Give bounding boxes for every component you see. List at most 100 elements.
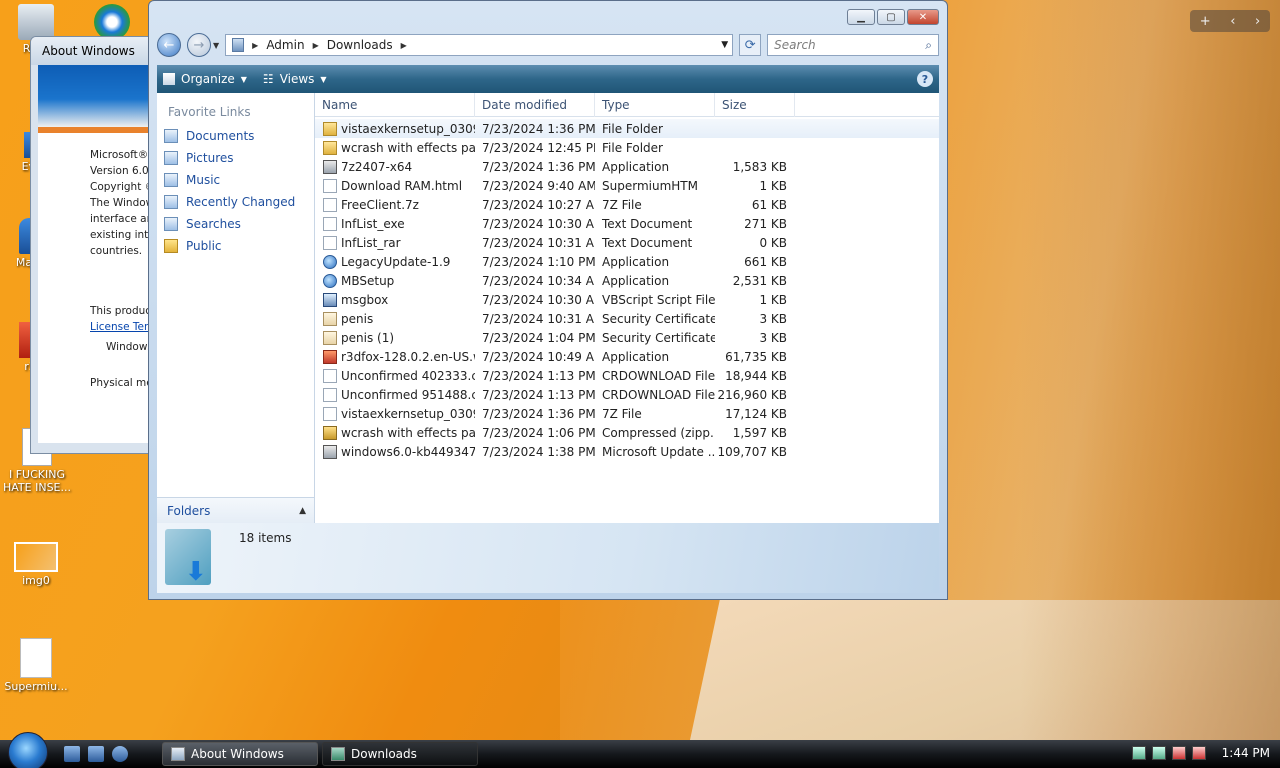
file-row[interactable]: MBSetup 7/23/2024 10:34 AM Application 2,53…: [315, 271, 939, 290]
file-name-cell: LegacyUpdate-1.9: [315, 254, 475, 269]
file-date: 7/23/2024 10:31 AM: [482, 311, 595, 326]
doc-file-icon: [323, 216, 337, 231]
next-icon[interactable]: ›: [1255, 14, 1260, 29]
file-name: MBSetup: [341, 273, 395, 288]
start-button[interactable]: [8, 732, 48, 768]
nav-item-searches[interactable]: Searches: [157, 213, 314, 235]
folders-toggle[interactable]: Folders ▲: [157, 497, 314, 523]
file-name: vistaexkernsetup_0309...: [341, 406, 475, 421]
about-text-line: The Window: [90, 197, 152, 209]
nav-item-recently-changed[interactable]: Recently Changed: [157, 191, 314, 213]
license-terms-link[interactable]: License Term: [90, 319, 152, 335]
file-row[interactable]: Unconfirmed 951488.c... 7/23/2024 1:13 PM…: [315, 385, 939, 404]
internet-explorer-icon[interactable]: [112, 746, 128, 762]
help-button[interactable]: ?: [917, 71, 933, 87]
refresh-button[interactable]: ⟳: [739, 34, 762, 56]
about-text-line: Windows: [106, 341, 152, 353]
breadcrumb-admin[interactable]: Admin: [266, 38, 304, 52]
file-list[interactable]: Name Date modified Type Size vistaexkern…: [315, 93, 939, 523]
file-type: Text Document: [602, 235, 693, 250]
nav-item-label: Searches: [186, 217, 241, 231]
file-size: 661 KB: [744, 254, 787, 269]
file-name: 7z2407-x64: [341, 159, 413, 174]
maximize-button[interactable]: ▢: [877, 9, 905, 25]
security-icon[interactable]: [1151, 746, 1166, 760]
column-type[interactable]: Type: [595, 93, 715, 117]
network-icon[interactable]: [1131, 746, 1146, 760]
details-pane: ⬇ 18 items: [157, 523, 939, 593]
recent-pages-dropdown[interactable]: ▼: [213, 41, 219, 50]
switch-windows-icon[interactable]: [88, 746, 104, 762]
about-text-line: This product: [90, 305, 152, 317]
clock[interactable]: 1:44 PM: [1222, 746, 1270, 760]
sidebar-gadget-controls[interactable]: + ‹ ›: [1190, 10, 1270, 32]
forward-button[interactable]: →: [187, 33, 211, 57]
chevron-right-icon[interactable]: ▶: [313, 41, 319, 50]
file-row[interactable]: InfList_exe 7/23/2024 10:30 AM Text Docume…: [315, 214, 939, 233]
file-type: VBScript Script File: [602, 292, 715, 307]
file-name-cell: Unconfirmed 951488.c...: [315, 387, 475, 402]
file-row[interactable]: FreeClient.7z 7/23/2024 10:27 AM 7Z File 61…: [315, 195, 939, 214]
nav-item-public[interactable]: Public: [157, 235, 314, 257]
taskbar-item-downloads[interactable]: Downloads: [322, 742, 478, 766]
nav-item-documents[interactable]: Documents: [157, 125, 314, 147]
file-type: Compressed (zipp...: [602, 425, 715, 440]
column-name[interactable]: Name: [315, 93, 475, 117]
about-body: Microsoft® Version 6.0 Copyright © The W…: [38, 133, 152, 443]
window-controls: ▁ ▢ ✕: [847, 9, 939, 25]
app-file-icon: [323, 444, 337, 459]
file-type: Microsoft Update ...: [602, 444, 715, 459]
views-button[interactable]: ☷ Views ▼: [263, 72, 327, 86]
file-type: File Folder: [602, 121, 663, 136]
file-row[interactable]: penis (1) 7/23/2024 1:04 PM Security Certi…: [315, 328, 939, 347]
search-icon[interactable]: ⌕: [925, 38, 932, 53]
search-box[interactable]: Search ⌕: [767, 34, 939, 56]
pictures-icon: [164, 151, 178, 165]
column-date-modified[interactable]: Date modified: [475, 93, 595, 117]
chevron-up-icon[interactable]: ▲: [299, 506, 306, 516]
file-row[interactable]: InfList_rar 7/23/2024 10:31 AM Text Docume…: [315, 233, 939, 252]
minimize-button[interactable]: ▁: [847, 9, 875, 25]
address-bar[interactable]: ▶ Admin ▶ Downloads ▶ ▼: [225, 34, 734, 56]
file-name-cell: MBSetup: [315, 273, 475, 288]
file-row[interactable]: msgbox 7/23/2024 10:30 AM VBScript Script …: [315, 290, 939, 309]
explorer-window[interactable]: ▁ ▢ ✕ ← → ▼ ▶ Admin ▶ Downloads ▶ ▼ ⟳ Se…: [148, 0, 948, 600]
about-text-line: Microsoft®: [90, 149, 149, 161]
chevron-right-icon[interactable]: ▶: [401, 41, 407, 50]
recycle-bin-icon: [18, 4, 54, 40]
previous-icon[interactable]: ‹: [1230, 14, 1235, 29]
column-size[interactable]: Size: [715, 93, 795, 117]
desktop-icon-supermium[interactable]: Supermiu...: [4, 638, 68, 693]
file-row[interactable]: windows6.0-kb449347... 7/23/2024 1:38 PM M…: [315, 442, 939, 461]
file-row[interactable]: vistaexkernsetup_0309... 7/23/2024 1:36 P…: [315, 119, 939, 138]
nav-item-pictures[interactable]: Pictures: [157, 147, 314, 169]
file-row[interactable]: Unconfirmed 402333.c... 7/23/2024 1:13 PM…: [315, 366, 939, 385]
folders-label: Folders: [167, 503, 211, 518]
nav-item-music[interactable]: Music: [157, 169, 314, 191]
about-windows-dialog[interactable]: About Windows Microsoft® Version 6.0 Cop…: [30, 36, 160, 454]
sound-icon[interactable]: [1191, 746, 1206, 760]
back-button[interactable]: ←: [157, 33, 181, 57]
file-row[interactable]: penis 7/23/2024 10:31 AM Security Certific…: [315, 309, 939, 328]
show-desktop-icon[interactable]: [64, 746, 80, 762]
file-row[interactable]: r3dfox-128.0.2.en-US.w... 7/23/2024 10:49…: [315, 347, 939, 366]
chevron-right-icon[interactable]: ▶: [252, 41, 258, 50]
file-row[interactable]: 7z2407-x64 7/23/2024 1:36 PM Application 1,…: [315, 157, 939, 176]
file-row[interactable]: vistaexkernsetup_0309... 7/23/2024 1:36 P…: [315, 404, 939, 423]
file-name-cell: wcrash with effects pat...: [315, 140, 475, 155]
file-row[interactable]: wcrash with effects pat... 7/23/2024 1:06…: [315, 423, 939, 442]
computer-icon: [232, 38, 245, 52]
file-name-cell: r3dfox-128.0.2.en-US.w...: [315, 349, 475, 364]
add-gadget-icon[interactable]: +: [1200, 14, 1211, 29]
file-row[interactable]: LegacyUpdate-1.9 7/23/2024 1:10 PM Applica…: [315, 252, 939, 271]
file-row[interactable]: wcrash with effects pat... 7/23/2024 12:4…: [315, 138, 939, 157]
volume-muted-icon[interactable]: [1171, 746, 1186, 760]
file-row[interactable]: Download RAM.html 7/23/2024 9:40 AM Superm…: [315, 176, 939, 195]
address-dropdown-icon[interactable]: ▼: [721, 40, 732, 50]
desktop-icon-img0[interactable]: img0: [6, 542, 66, 587]
breadcrumb-downloads[interactable]: Downloads: [327, 38, 393, 52]
close-button[interactable]: ✕: [907, 9, 939, 25]
organize-button[interactable]: Organize ▼: [163, 72, 247, 86]
about-text-line: Physical mer: [90, 377, 152, 389]
taskbar-item-about-windows[interactable]: About Windows: [162, 742, 318, 766]
